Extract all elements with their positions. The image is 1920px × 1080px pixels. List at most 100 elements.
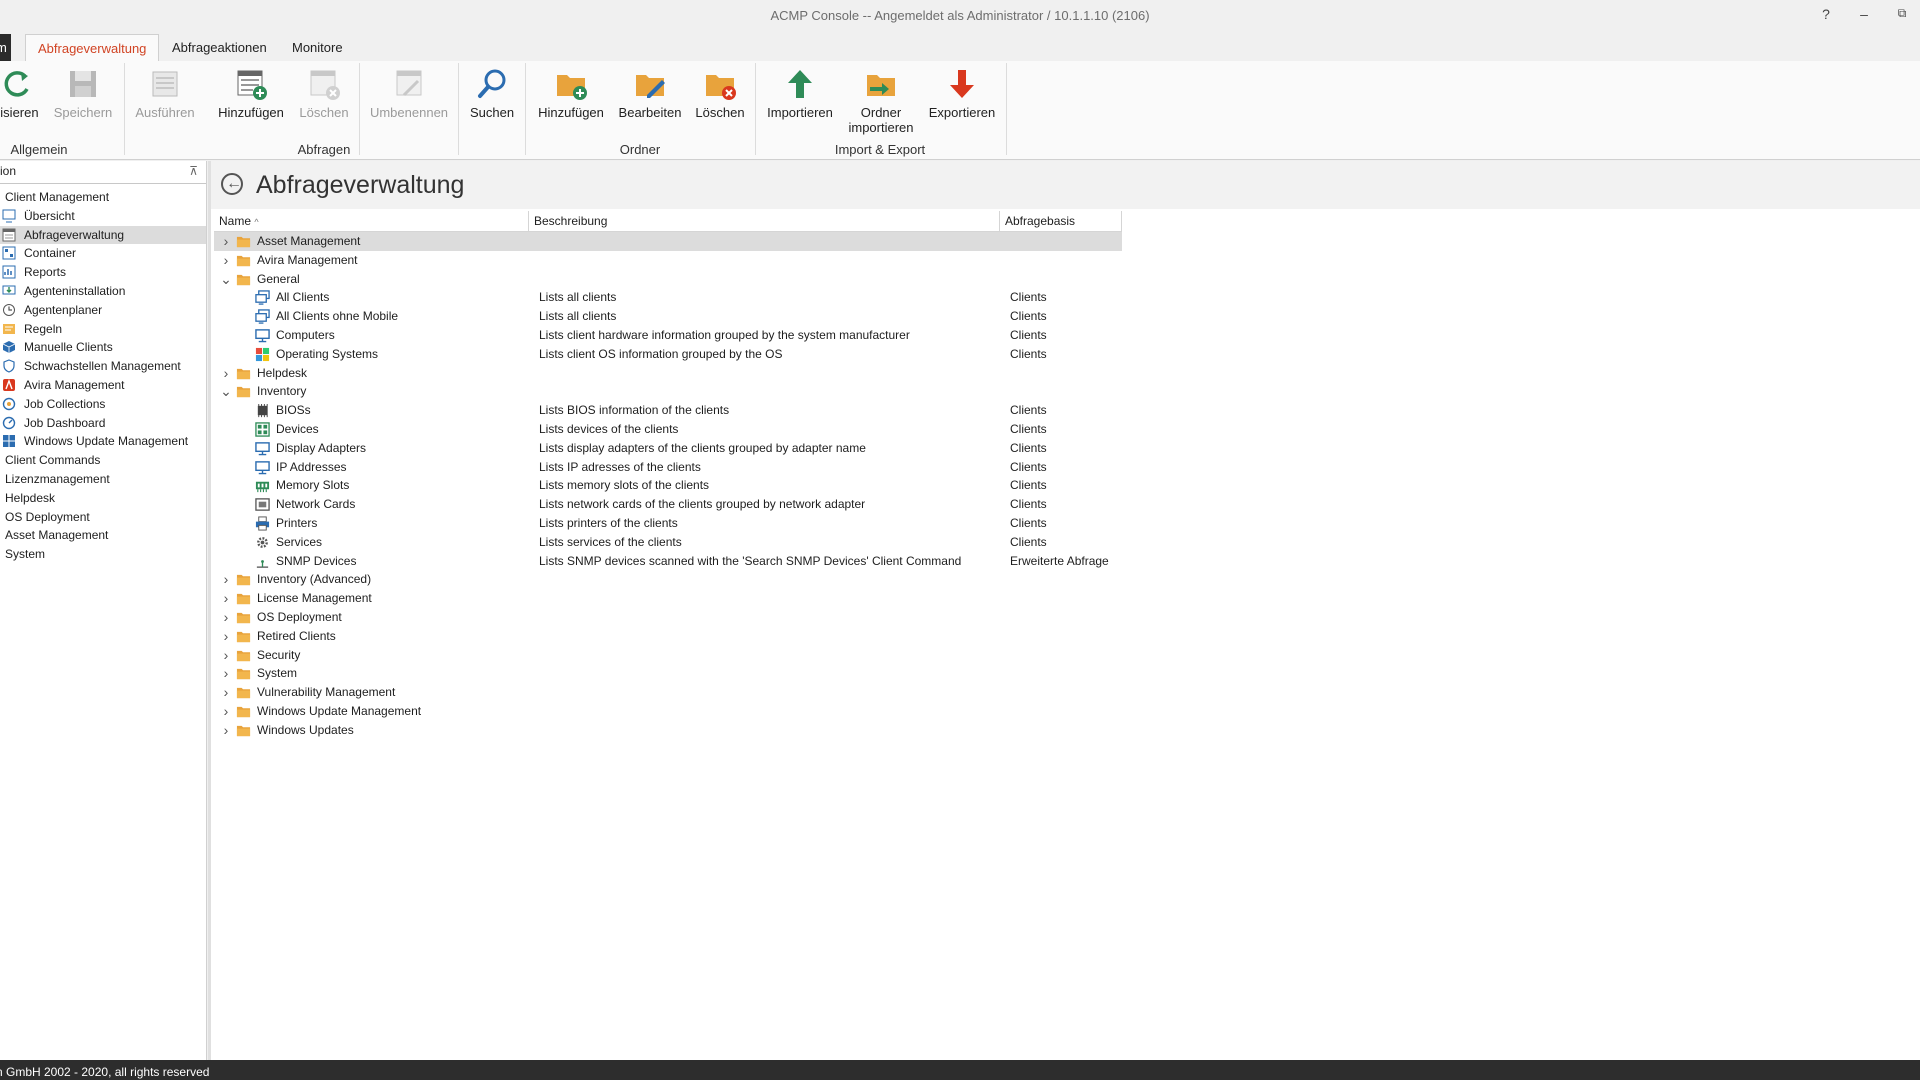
nav-item-schwachstellen-management[interactable]: Schwachstellen Management — [0, 357, 206, 376]
clients-icon — [255, 290, 270, 306]
query-row[interactable]: Operating Systems Lists client OS informa… — [214, 345, 1122, 364]
main-panel: ← Abfrageverwaltung Name ^ Beschreibung … — [208, 161, 1920, 1060]
nav-item-abfrageverwaltung[interactable]: Abfrageverwaltung — [0, 225, 206, 245]
query-row[interactable]: All Clients Lists all clients Clients — [214, 288, 1122, 307]
nav-item-label: Client Commands — [5, 453, 101, 468]
rename-query-button[interactable]: Umbenennen — [366, 67, 452, 120]
export-button[interactable]: Exportieren — [927, 67, 997, 120]
chevron-right-icon[interactable]: › — [220, 702, 232, 721]
query-row[interactable]: Memory Slots Lists memory slots of the cl… — [214, 476, 1122, 495]
chevron-right-icon[interactable]: › — [220, 589, 232, 608]
nav-item-client-commands[interactable]: Client Commands — [0, 451, 206, 470]
row-name: Windows Update Management — [257, 703, 422, 718]
copyright-text: n GmbH 2002 - 2020, all rights reserved — [0, 1065, 210, 1079]
nav-item-client-management[interactable]: Client Management — [0, 188, 206, 207]
folder-row[interactable]: › Windows Update Management — [214, 702, 1122, 721]
refresh-button[interactable]: lisieren — [0, 67, 42, 120]
restore-button[interactable]: ⧉ — [1890, 6, 1914, 21]
help-button[interactable]: ? — [1814, 6, 1838, 22]
nav-item-lizenzmanagement[interactable]: Lizenzmanagement — [0, 470, 206, 489]
chevron-right-icon[interactable]: › — [220, 608, 232, 627]
folder-row[interactable]: › Inventory (Advanced) — [214, 570, 1122, 589]
nav-item-helpdesk[interactable]: Helpdesk — [0, 489, 206, 508]
nav-item-übersicht[interactable]: Übersicht — [0, 207, 206, 226]
column-header-description[interactable]: Beschreibung — [529, 211, 1000, 231]
folder-row[interactable]: › Helpdesk — [214, 364, 1122, 383]
folder-icon — [236, 704, 251, 719]
query-row[interactable]: Computers Lists client hardware informati… — [214, 326, 1122, 345]
chevron-down-icon[interactable]: ⌄ — [220, 270, 232, 289]
query-row[interactable]: Printers Lists printers of the clients Cli… — [214, 514, 1122, 533]
folder-row[interactable]: › OS Deployment — [214, 608, 1122, 627]
row-basis: Clients — [1010, 327, 1047, 342]
minimize-button[interactable]: – — [1852, 6, 1876, 22]
chevron-right-icon[interactable]: › — [220, 721, 232, 740]
query-row[interactable]: Network Cards Lists network cards of the … — [214, 495, 1122, 514]
chevron-right-icon[interactable]: › — [220, 627, 232, 646]
chevron-down-icon[interactable]: ⌄ — [220, 382, 232, 401]
row-name: All Clients ohne Mobile — [276, 309, 399, 324]
nav-item-regeln[interactable]: Regeln — [0, 320, 206, 339]
nav-item-job-dashboard[interactable]: Job Dashboard — [0, 414, 206, 433]
query-row[interactable]: Display Adapters Lists display adapters o… — [214, 439, 1122, 458]
column-header-basis[interactable]: Abfragebasis — [1000, 211, 1122, 231]
chevron-right-icon[interactable]: › — [220, 364, 232, 383]
run-query-button[interactable]: Ausführen — [133, 67, 197, 120]
nav-item-system[interactable]: System — [0, 545, 206, 564]
query-row[interactable]: All Clients ohne Mobile Lists all clients… — [214, 307, 1122, 326]
folder-row[interactable]: › System — [214, 664, 1122, 683]
file-tab[interactable]: m — [0, 34, 11, 61]
chevron-right-icon[interactable]: › — [220, 683, 232, 702]
query-row[interactable]: BIOSs Lists BIOS information of the clien… — [214, 401, 1122, 420]
query-row[interactable]: IP Addresses Lists IP adresses of the cli… — [214, 458, 1122, 477]
query-row[interactable]: SNMP Devices Lists SNMP devices scanned w… — [214, 552, 1122, 571]
chevron-right-icon[interactable]: › — [220, 570, 232, 589]
folder-icon — [236, 272, 251, 287]
folder-row[interactable]: › Vulnerability Management — [214, 683, 1122, 702]
tab-monitore[interactable]: Monitore — [280, 34, 355, 61]
group-separator — [1006, 63, 1007, 155]
back-arrow-icon[interactable]: ← — [221, 173, 243, 195]
chevron-right-icon[interactable]: › — [220, 232, 232, 251]
column-header-name[interactable]: Name ^ — [214, 211, 529, 231]
nav-item-manuelle-clients[interactable]: Manuelle Clients — [0, 338, 206, 357]
nav-item-asset-management[interactable]: Asset Management — [0, 526, 206, 545]
search-button[interactable]: Suchen — [463, 67, 521, 120]
add-query-button[interactable]: Hinzufügen — [215, 67, 287, 120]
query-row[interactable]: Services Lists services of the clients Cli… — [214, 533, 1122, 552]
delete-query-button[interactable]: Löschen — [295, 67, 353, 120]
save-button[interactable]: Speichern — [52, 67, 114, 120]
nav-item-os-deployment[interactable]: OS Deployment — [0, 508, 206, 527]
chevron-right-icon[interactable]: › — [220, 664, 232, 683]
nav-item-windows-update-management[interactable]: Windows Update Management — [0, 432, 206, 451]
nav-item-reports[interactable]: Reports — [0, 263, 206, 282]
nav-item-job-collections[interactable]: Job Collections — [0, 395, 206, 414]
import-button[interactable]: Importieren — [764, 67, 836, 120]
nav-item-avira-management[interactable]: Avira Management — [0, 376, 206, 395]
chevron-right-icon[interactable]: › — [220, 251, 232, 270]
folder-row[interactable]: › Windows Updates — [214, 721, 1122, 740]
pin-icon[interactable]: ⊼ — [189, 161, 198, 181]
folder-row[interactable]: › Security — [214, 646, 1122, 665]
edit-folder-button[interactable]: Bearbeiten — [616, 67, 684, 120]
job-collections-icon — [2, 397, 16, 411]
folder-row[interactable]: ⌄ Inventory — [214, 382, 1122, 401]
query-row[interactable]: Devices Lists devices of the clients Clien… — [214, 420, 1122, 439]
tab-abfrageaktionen[interactable]: Abfrageaktionen — [160, 34, 279, 61]
folder-row[interactable]: › Avira Management — [214, 251, 1122, 270]
chevron-right-icon[interactable]: › — [220, 646, 232, 665]
folder-row[interactable]: ⌄ General — [214, 270, 1122, 289]
nav-item-agentenplaner[interactable]: Agentenplaner — [0, 301, 206, 320]
nav-item-container[interactable]: Container — [0, 244, 206, 263]
folder-row[interactable]: › Asset Management — [214, 232, 1122, 251]
windows-update-icon — [2, 434, 16, 448]
tab-abfrageverwaltung[interactable]: Abfrageverwaltung — [25, 34, 160, 63]
delete-folder-button[interactable]: Löschen — [692, 67, 748, 120]
folder-import-button[interactable]: Ordner importieren — [842, 67, 920, 135]
add-folder-button[interactable]: Hinzufügen — [535, 67, 607, 120]
table-header: Name ^ Beschreibung Abfragebasis — [214, 211, 1122, 232]
nav-item-agenteninstallation[interactable]: Agenteninstallation — [0, 282, 206, 301]
add-folder-label: Hinzufügen — [538, 105, 604, 120]
folder-row[interactable]: › Retired Clients — [214, 627, 1122, 646]
folder-row[interactable]: › License Management — [214, 589, 1122, 608]
